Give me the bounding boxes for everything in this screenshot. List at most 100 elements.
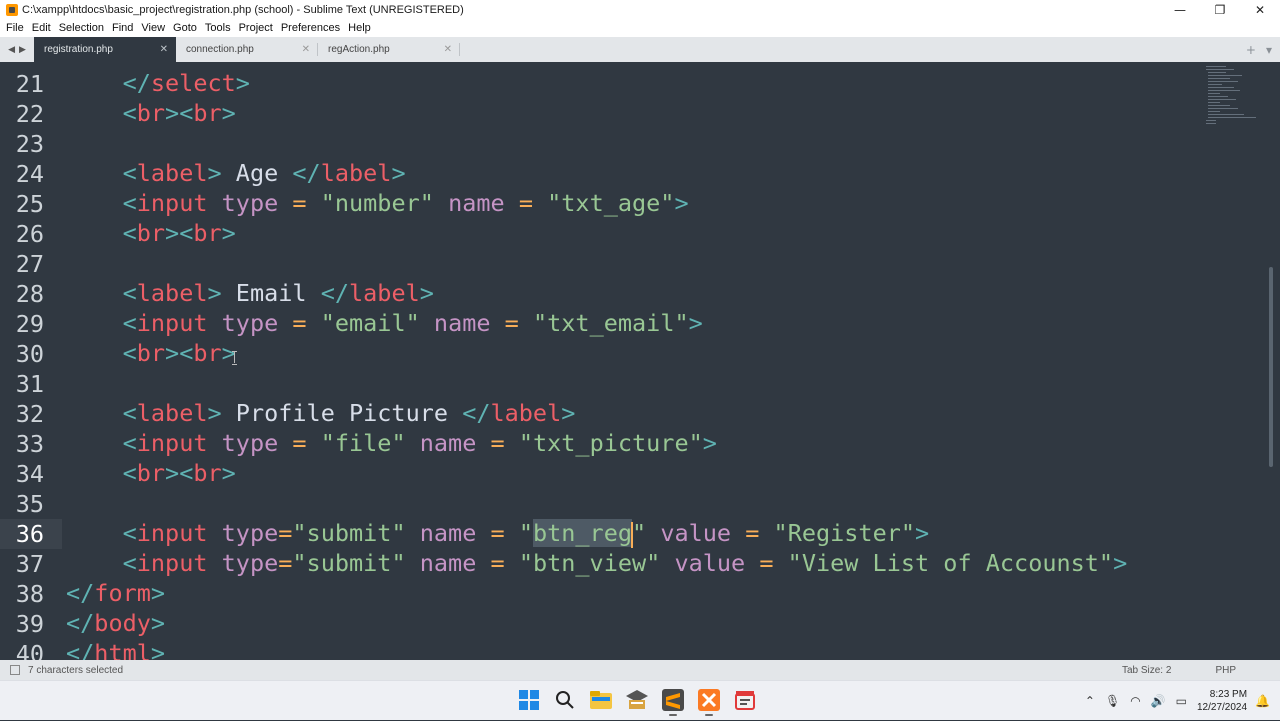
line-number: 30 [15, 340, 44, 368]
search-icon[interactable] [552, 687, 578, 713]
code-line-38: </form> [66, 579, 166, 607]
line-number: 40 [15, 640, 44, 660]
menu-edit[interactable]: Edit [28, 22, 55, 34]
code-line-25: <input type = "number" name = "txt_age"> [122, 189, 689, 217]
code-line-40: </html> [66, 639, 166, 660]
line-number: 31 [15, 370, 44, 398]
tab-size-indicator[interactable]: Tab Size: 2 [1122, 665, 1171, 676]
clock-time: 8:23 PM [1209, 689, 1248, 700]
maximize-button[interactable]: ❐ [1200, 0, 1240, 19]
tab-prev-icon[interactable]: ◀ [8, 45, 15, 55]
code-line-24: <label> Age </label> [122, 159, 406, 187]
code-line-26: <br><br> [122, 219, 236, 247]
line-number: 23 [15, 130, 44, 158]
tab-regaction[interactable]: regAction.php ✕ [318, 37, 460, 62]
menu-project[interactable]: Project [235, 22, 277, 34]
title-bar: C:\xampp\htdocs\basic_project\registrati… [0, 0, 1280, 19]
syntax-indicator[interactable]: PHP [1215, 665, 1236, 676]
line-number: 21 [15, 70, 44, 98]
media-app-icon[interactable] [732, 687, 758, 713]
line-number: 28 [15, 280, 44, 308]
code-line-36: <input type="submit" name = "btn_reg" va… [122, 519, 930, 548]
line-number: 35 [15, 490, 44, 518]
notification-bell-icon[interactable]: 🔔 [1255, 694, 1270, 708]
line-number: 32 [15, 400, 44, 428]
tab-registration[interactable]: registration.php ✕ [34, 37, 176, 62]
close-icon[interactable]: ✕ [160, 44, 168, 55]
code-line-21: </select> [122, 69, 250, 97]
tab-next-icon[interactable]: ▶ [19, 45, 26, 55]
line-number: 25 [15, 190, 44, 218]
learning-app-icon[interactable] [624, 687, 650, 713]
tab-bar-actions: + ▾ [1246, 37, 1272, 62]
menu-selection[interactable]: Selection [55, 22, 108, 34]
sublime-text-icon[interactable] [660, 687, 686, 716]
tab-connection[interactable]: connection.php ✕ [176, 37, 318, 62]
selected-text: btn_reg [532, 519, 633, 547]
taskbar: ⌃ 🎙 ◠ 🔊 ▭ 8:23 PM 12/27/2024 🔔 [0, 680, 1280, 720]
selection-status: 7 characters selected [28, 664, 124, 676]
clock-date: 12/27/2024 [1196, 702, 1248, 713]
code-line-30: <br><br> [122, 339, 236, 367]
menu-help[interactable]: Help [344, 22, 375, 34]
code-line-34: <br><br> [122, 459, 236, 487]
code-line-32: <label> Profile Picture </label> [122, 399, 576, 427]
line-number: 34 [15, 460, 44, 488]
microphone-icon[interactable]: 🎙 [1105, 694, 1120, 708]
menu-goto[interactable]: Goto [169, 22, 201, 34]
tab-label: registration.php [44, 44, 113, 55]
menu-tools[interactable]: Tools [201, 22, 235, 34]
minimize-button[interactable]: — [1160, 0, 1200, 19]
menu-view[interactable]: View [137, 22, 169, 34]
line-number: 37 [15, 550, 44, 578]
status-right: Tab Size: 2 PHP [1122, 660, 1280, 680]
menu-preferences[interactable]: Preferences [277, 22, 344, 34]
xampp-icon[interactable] [696, 687, 722, 716]
panel-toggle-icon[interactable] [10, 665, 20, 675]
tab-navigation: ◀ ▶ [0, 37, 34, 62]
windows-start-icon[interactable] [516, 687, 542, 713]
code-line-39: </body> [66, 609, 166, 637]
menu-bar: File Edit Selection Find View Goto Tools… [0, 19, 1280, 37]
line-number: 29 [15, 310, 44, 338]
close-icon[interactable]: ✕ [444, 44, 452, 55]
code-editor[interactable]: 21 22 23 24 25 26 27 28 29 30 31 32 33 3… [0, 62, 1262, 660]
line-number: 22 [15, 100, 44, 128]
code-line-28: <label> Email </label> [122, 279, 434, 307]
line-number-gutter: 21 22 23 24 25 26 27 28 29 30 31 32 33 3… [0, 62, 62, 660]
clock[interactable]: 8:23 PM 12/27/2024 [1197, 688, 1247, 714]
new-tab-icon[interactable]: + [1246, 43, 1256, 57]
code-line-29: <input type = "email" name = "txt_email"… [122, 309, 703, 337]
line-number: 38 [15, 580, 44, 608]
line-number: 24 [15, 160, 44, 188]
file-explorer-icon[interactable] [588, 687, 614, 713]
wifi-icon[interactable]: ◠ [1130, 694, 1140, 708]
speaker-icon[interactable]: 🔊 [1151, 694, 1166, 708]
line-number: 26 [15, 220, 44, 248]
battery-icon[interactable]: ▭ [1176, 694, 1187, 708]
code-line-33: <input type = "file" name = "txt_picture… [122, 429, 717, 457]
line-number: 27 [15, 250, 44, 278]
scroll-thumb[interactable] [1269, 267, 1273, 467]
close-button[interactable]: ✕ [1240, 0, 1280, 19]
line-number: 33 [15, 430, 44, 458]
mouse-cursor-icon [232, 351, 238, 365]
menu-find[interactable]: Find [108, 22, 137, 34]
status-bar: 7 characters selected Tab Size: 2 PHP [0, 660, 1280, 680]
code-line-37: <input type="submit" name = "btn_view" v… [122, 549, 1128, 577]
line-number-current: 36 [15, 520, 44, 548]
sublime-app-icon [6, 3, 18, 16]
tab-list-icon[interactable]: ▾ [1266, 43, 1272, 57]
menu-file[interactable]: File [2, 22, 28, 34]
tab-label: regAction.php [328, 44, 390, 55]
window-title: C:\xampp\htdocs\basic_project\registrati… [22, 3, 464, 16]
vertical-scrollbar[interactable] [1262, 62, 1280, 660]
tab-bar: ◀ ▶ registration.php ✕ connection.php ✕ … [0, 37, 1280, 62]
window-controls: — ❐ ✕ [1160, 0, 1280, 19]
chevron-up-icon[interactable]: ⌃ [1085, 694, 1095, 708]
code-line-22: <br><br> [122, 99, 236, 127]
minimap[interactable] [1200, 62, 1262, 660]
system-tray: ⌃ 🎙 ◠ 🔊 ▭ 8:23 PM 12/27/2024 🔔 [1085, 681, 1280, 721]
taskbar-apps [516, 687, 758, 716]
close-icon[interactable]: ✕ [302, 44, 310, 55]
